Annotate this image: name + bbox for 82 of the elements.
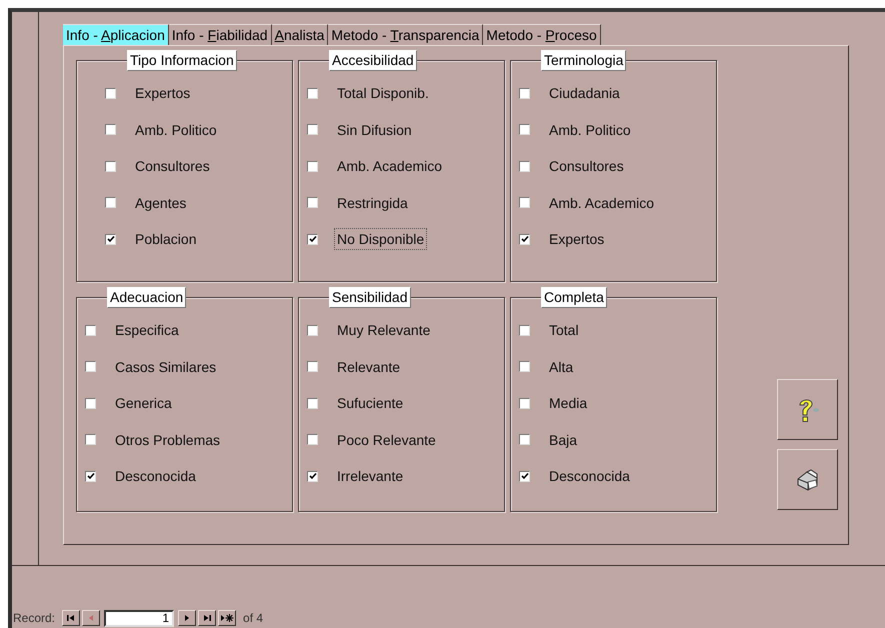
- checkbox-label: Casos Similares: [114, 358, 218, 377]
- checkbox[interactable]: [105, 88, 116, 99]
- checkbox[interactable]: [519, 398, 530, 409]
- checkbox[interactable]: [307, 361, 318, 372]
- first-record-button[interactable]: [62, 610, 80, 626]
- checkbox[interactable]: [307, 434, 318, 446]
- record-number-field[interactable]: 1: [104, 610, 174, 626]
- checkbox[interactable]: [105, 197, 116, 208]
- checkbox-label: Consultores: [134, 157, 211, 176]
- checkbox-label: Restringida: [336, 194, 409, 213]
- triangle-star-icon: [220, 613, 234, 623]
- checkbox-label: Consultores: [548, 157, 625, 176]
- checkbox[interactable]: [307, 234, 318, 245]
- checkbox[interactable]: [519, 470, 530, 482]
- printer-icon: [794, 468, 820, 492]
- checkbox[interactable]: [519, 124, 530, 136]
- checkbox[interactable]: [519, 197, 530, 208]
- group-title: Tipo Informacion: [127, 50, 237, 71]
- tab[interactable]: Metodo - Transparencia: [328, 24, 484, 45]
- tab[interactable]: Metodo - Proceso: [483, 24, 601, 45]
- checkbox-label: Poco Relevante: [336, 430, 437, 450]
- checkbox[interactable]: [307, 160, 318, 172]
- checkbox[interactable]: [519, 324, 530, 336]
- checkbox[interactable]: [519, 234, 530, 245]
- checkbox[interactable]: [85, 398, 96, 409]
- new-record-button[interactable]: [218, 610, 236, 626]
- checkbox[interactable]: [307, 197, 318, 208]
- checkbox-label: Amb. Politico: [548, 120, 632, 140]
- checkbox-label: Ciudadania: [548, 84, 621, 104]
- checkbox-label: Desconocida: [548, 467, 631, 486]
- checkbox-label: Amb. Academico: [548, 194, 656, 213]
- group-title: Sensibilidad: [329, 287, 410, 308]
- checkbox[interactable]: [85, 470, 96, 482]
- group-title: Adecuacion: [107, 287, 186, 308]
- checkbox-label: Especifica: [114, 321, 180, 340]
- checkbox[interactable]: [519, 160, 530, 172]
- checkbox[interactable]: [519, 361, 530, 372]
- checkbox-label: Desconocida: [114, 467, 197, 486]
- checkbox[interactable]: [85, 324, 96, 336]
- checkbox[interactable]: [85, 361, 96, 372]
- checkbox-label: Alta: [548, 358, 574, 377]
- checkbox[interactable]: [307, 470, 318, 482]
- tab[interactable]: Analista: [272, 24, 328, 45]
- checkbox[interactable]: [307, 124, 318, 136]
- checkbox[interactable]: [307, 324, 318, 336]
- checkbox-label: Agentes: [134, 194, 188, 213]
- group-title: Terminologia: [541, 50, 626, 71]
- checkbox-label: Total Disponib.: [336, 84, 430, 104]
- checkbox-label: Expertos: [548, 230, 606, 250]
- tab[interactable]: Info - Aplicacion: [63, 24, 169, 45]
- checkbox[interactable]: [519, 434, 530, 446]
- checkbox[interactable]: [307, 88, 318, 99]
- checkbox-label: Media: [548, 394, 588, 414]
- tab[interactable]: Info - Fiabilidad: [168, 24, 272, 45]
- checkbox[interactable]: [307, 398, 318, 409]
- checkbox-label: Generica: [114, 394, 173, 414]
- checkbox[interactable]: [85, 434, 96, 446]
- checkbox-label: Amb. Politico: [134, 120, 218, 140]
- checkbox-label: Muy Relevante: [336, 321, 432, 340]
- checkbox-label: Sufuciente: [336, 394, 404, 414]
- group-title: Completa: [541, 287, 607, 308]
- checkbox-label: Expertos: [134, 84, 192, 104]
- checkbox-label: No Disponible: [334, 228, 428, 250]
- checkbox-label: Baja: [548, 430, 578, 450]
- last-record-button[interactable]: [198, 610, 216, 626]
- checkbox-label: Sin Difusion: [336, 120, 413, 140]
- record-label: Record:: [13, 611, 56, 625]
- checkbox[interactable]: [519, 88, 530, 99]
- checkbox[interactable]: [105, 124, 116, 136]
- checkbox[interactable]: [105, 234, 116, 245]
- group-title: Accesibilidad: [329, 50, 417, 71]
- checkbox-label: Amb. Academico: [336, 157, 444, 176]
- print-button[interactable]: [777, 449, 838, 510]
- checkbox[interactable]: [105, 160, 116, 172]
- checkbox-label: Total: [548, 321, 580, 340]
- checkbox-label: Otros Problemas: [114, 430, 222, 450]
- next-record-button[interactable]: [178, 610, 196, 626]
- checkbox-label: Irrelevante: [336, 467, 404, 486]
- checkbox-label: Relevante: [336, 358, 402, 377]
- help-button[interactable]: [777, 379, 838, 440]
- checkbox-label: Poblacion: [134, 230, 198, 250]
- record-count: of 4: [243, 611, 264, 625]
